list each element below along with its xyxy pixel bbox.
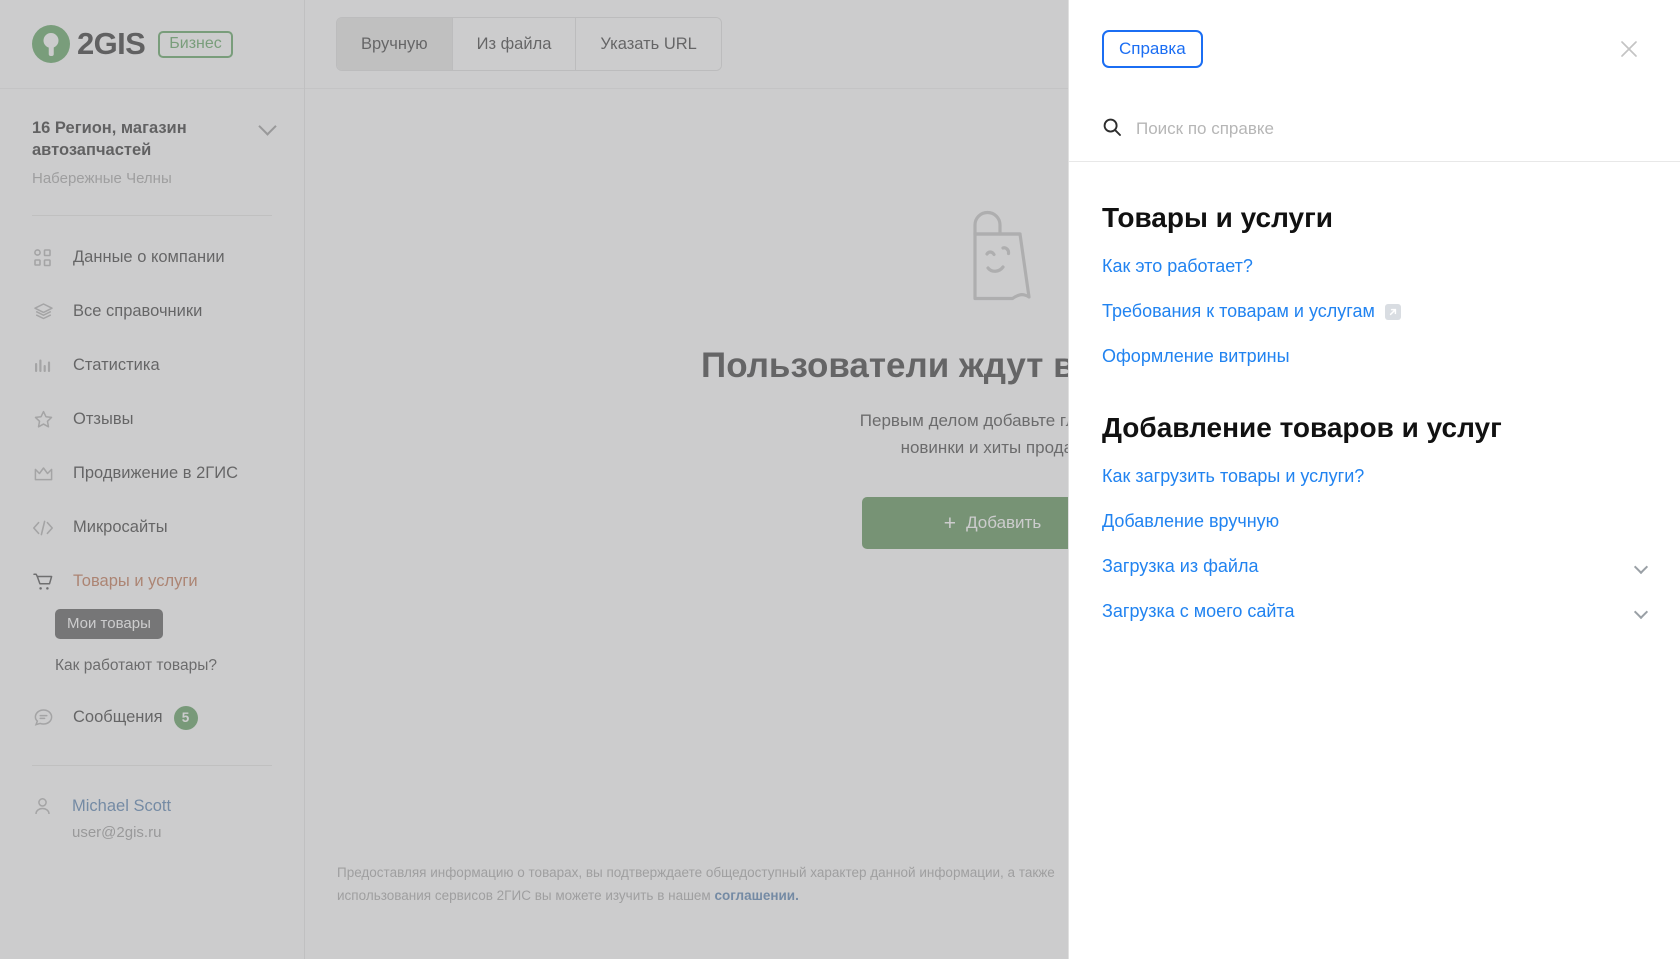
help-link-how-to-upload[interactable]: Как загрузить товары и услуги? [1102,466,1647,487]
chevron-down-icon [1633,559,1649,574]
search-icon [1102,117,1122,142]
layers-icon [32,301,54,323]
sidebar-item-label: Сообщения [73,708,163,727]
subtitle-line-2: новинки и хиты продаж [900,438,1085,458]
help-link-upload-from-site[interactable]: Загрузка с моего сайта [1102,601,1649,622]
code-icon [32,517,54,539]
sidebar-item-label: Статистика [73,356,160,375]
help-link-label: Загрузка с моего сайта [1102,601,1295,621]
help-section-adding: Добавление товаров и услуг Как загрузить… [1102,412,1649,622]
help-link-manual-adding[interactable]: Добавление вручную [1102,511,1647,532]
sidebar-item-company-data[interactable]: Данные о компании [0,231,304,285]
crown-icon [32,463,54,485]
sidebar-item-label: Продвижение в 2ГИС [73,464,238,483]
help-link-upload-from-file[interactable]: Загрузка из файла [1102,556,1649,577]
sidebar-item-promotion[interactable]: Продвижение в 2ГИС [0,447,304,501]
help-drawer: Справка Товары и услуги Как это работает… [1068,0,1680,959]
user-profile-link[interactable]: Michael Scott [0,766,304,817]
sidebar-item-label: Отзывы [73,410,134,429]
search-input[interactable] [1136,119,1647,139]
org-switcher[interactable]: 16 Регион, магазин автозапчастей Набереж… [0,89,304,187]
sidebar-subitem-my-goods[interactable]: Мои товары [55,608,163,639]
help-section-title: Товары и услуги [1102,202,1333,233]
help-link-label: Как это работает? [1102,256,1253,276]
avatar [32,796,53,817]
legal-text: Предоставляя информацию о товарах, вы по… [337,865,1055,881]
help-section-title: Добавление товаров и услуг [1102,412,1502,443]
sidebar-item-microsites[interactable]: Микросайты [0,501,304,555]
help-link-label: Оформление витрины [1102,346,1290,366]
sidebar-item-goods-services[interactable]: Товары и услуги [0,555,304,609]
sidebar-item-label: Микросайты [73,518,168,537]
help-link-showcase-design[interactable]: Оформление витрины [1102,346,1647,367]
sidebar: 2GIS Бизнес 16 Регион, магазин автозапча… [0,0,305,959]
org-city: Набережные Челны [32,169,172,187]
chevron-down-icon[interactable] [258,117,277,136]
add-button-label: Добавить [966,513,1042,533]
sidebar-user-block: Michael Scott user@2gis.ru [0,765,304,841]
user-name: Michael Scott [72,797,172,815]
sidebar-item-label: Товары и услуги [73,572,198,591]
cart-icon [32,571,54,593]
help-drawer-header: Справка [1069,0,1680,97]
sidebar-item-label: Все справочники [73,302,203,321]
sidebar-item-directories[interactable]: Все справочники [0,285,304,339]
help-tab-button[interactable]: Справка [1102,29,1203,68]
sidebar-subnav: Мои товары Как работают товары? [0,608,304,675]
messages-badge: 5 [173,705,198,730]
help-link-how-it-works[interactable]: Как это работает? [1102,256,1647,277]
upload-mode-tabs: Вручную Из файла Указать URL [336,17,722,71]
chevron-down-icon [1633,604,1649,619]
legal-text-2: использования сервисов 2ГИС вы можете из… [337,887,715,903]
help-link-label: Как загрузить товары и услуги? [1102,466,1365,486]
app-root: 2GIS Бизнес 16 Регион, магазин автозапча… [0,0,1680,959]
help-link-requirements[interactable]: Требования к товарам и услугам [1102,301,1647,322]
sidebar-item-reviews[interactable]: Отзывы [0,393,304,447]
sidebar-subitem-how-goods-work[interactable]: Как работают товары? [55,657,304,675]
bars-icon [32,355,54,377]
brand-logo[interactable]: 2GIS Бизнес [0,0,304,89]
help-link-label: Требования к товарам и услугам [1102,301,1375,321]
logo-text: 2GIS [77,26,146,61]
help-link-label: Загрузка из файла [1102,556,1259,576]
help-link-label: Добавление вручную [1102,511,1280,531]
star-icon [32,409,54,431]
close-icon[interactable] [1612,32,1646,66]
plus-icon: + [943,511,957,535]
business-badge: Бизнес [158,30,233,58]
grid-icon [32,247,54,269]
2gis-logo-icon [32,25,70,63]
tab-manual[interactable]: Вручную [337,18,453,70]
sidebar-item-label: Данные о компании [73,248,225,267]
help-search-row [1069,97,1680,162]
chat-icon [32,707,54,729]
shopping-bag-smile-icon [942,207,1044,310]
user-email: user@2gis.ru [72,824,162,841]
tab-from-file[interactable]: Из файла [452,18,577,70]
sidebar-nav: Данные о компании Все справочники Статис… [0,216,304,745]
help-drawer-body: Товары и услуги Как это работает? Требов… [1069,162,1680,646]
external-link-icon [1384,303,1401,320]
sidebar-item-statistics[interactable]: Статистика [0,339,304,393]
agreement-link[interactable]: соглашении. [714,888,798,903]
tab-specify-url[interactable]: Указать URL [576,18,721,70]
org-name: 16 Регион, магазин автозапчастей [32,119,187,159]
sidebar-item-messages[interactable]: Сообщения 5 [0,691,304,745]
help-section-goods: Товары и услуги Как это работает? Требов… [1102,202,1647,367]
